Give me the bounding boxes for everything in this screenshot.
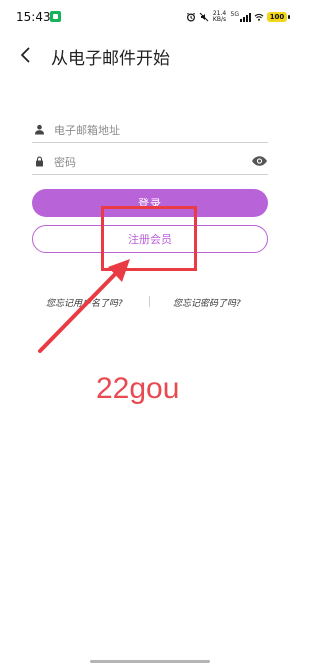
signal-icon bbox=[240, 12, 251, 22]
wifi-icon bbox=[254, 12, 264, 22]
watermark-text: 22gou bbox=[96, 372, 180, 405]
back-button[interactable] bbox=[16, 45, 36, 65]
forgot-password-link[interactable]: 您忘记密码了吗? bbox=[173, 296, 241, 309]
lock-icon bbox=[36, 156, 43, 167]
home-indicator[interactable] bbox=[90, 660, 210, 663]
page-title: 从电子邮件开始 bbox=[51, 49, 170, 69]
status-time: 15:43 bbox=[16, 10, 51, 24]
signal-type: 5G bbox=[230, 11, 239, 18]
eye-icon[interactable] bbox=[251, 154, 268, 168]
network-speed: 21.4 KB/s bbox=[212, 11, 228, 23]
mute-icon bbox=[199, 12, 209, 22]
person-icon bbox=[35, 124, 44, 135]
status-icons: 21.4 KB/s 5G 100 bbox=[186, 8, 290, 26]
email-input[interactable] bbox=[52, 120, 246, 140]
password-field[interactable] bbox=[32, 148, 268, 175]
network-speed-unit: KB/s bbox=[212, 16, 227, 23]
app-notification-icon bbox=[50, 11, 61, 22]
password-input[interactable] bbox=[52, 152, 246, 172]
battery-icon: 100 bbox=[267, 12, 290, 22]
status-bar: 15:43 21.4 KB/s 5G 100 bbox=[0, 0, 300, 34]
link-divider bbox=[149, 296, 150, 307]
chevron-left-icon bbox=[21, 47, 30, 63]
email-field[interactable] bbox=[32, 116, 268, 143]
mobile-signal: 5G bbox=[231, 12, 251, 22]
alarm-icon bbox=[186, 12, 196, 22]
battery-level: 100 bbox=[267, 12, 287, 22]
annotation-arrow-icon bbox=[38, 259, 130, 353]
